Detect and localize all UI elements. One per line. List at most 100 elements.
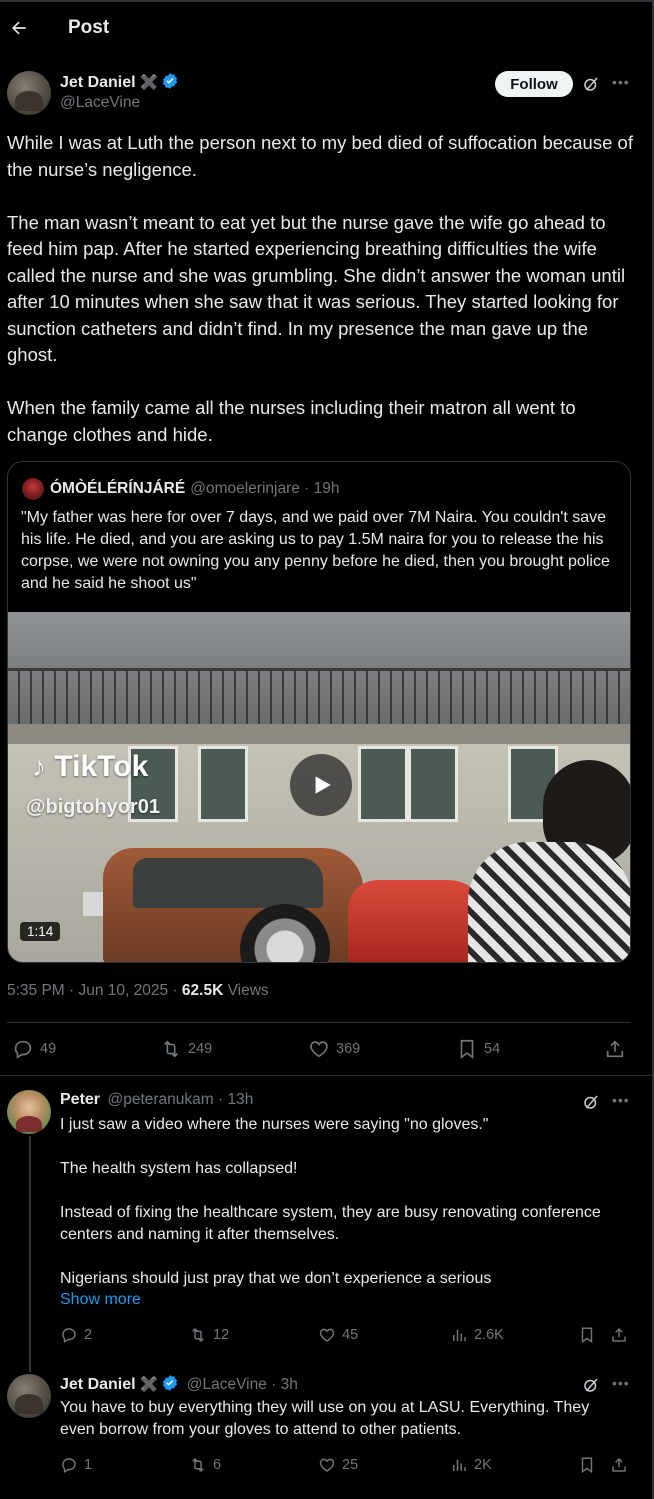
tiktok-handle-watermark: @bigtohyor01 <box>26 796 160 818</box>
heart-icon <box>310 1041 328 1058</box>
back-button[interactable] <box>2 11 36 45</box>
video-scene-window <box>408 746 458 822</box>
reply-icon <box>14 1040 32 1059</box>
play-icon <box>315 776 331 794</box>
verified-badge-icon <box>161 1374 179 1392</box>
repost-count: 12 <box>213 1327 230 1343</box>
video-scene-red-car <box>348 880 488 962</box>
share-icon <box>612 1457 626 1472</box>
reply-count: 2 <box>84 1327 93 1343</box>
quoted-post[interactable]: ÓMÒÉLÉRÍNJÁRÉ @omoelerinjare · 19h "My f… <box>7 461 631 963</box>
reply-count: 1 <box>84 1457 93 1473</box>
repost-count: 6 <box>213 1457 222 1473</box>
views-button[interactable]: 2K <box>450 1456 492 1474</box>
view-count: 2K <box>474 1457 492 1473</box>
reply-icon <box>62 1458 76 1474</box>
divider <box>7 1022 631 1023</box>
more-options-icon[interactable]: ••• <box>612 1375 630 1391</box>
post-text: While I was at Luth the person next to m… <box>7 132 633 445</box>
author-name-row[interactable]: Jet Daniel ✖️ <box>60 72 179 92</box>
video-player[interactable]: ♪ TikTok @bigtohyor01 1:14 <box>8 612 630 962</box>
reply-header: Peter @peteranukam · 13h <box>60 1091 253 1109</box>
reply-avatar[interactable] <box>7 1090 51 1134</box>
views-button[interactable]: 2.6K <box>450 1326 504 1344</box>
quoted-post-text: "My father was here for over 7 days, and… <box>21 509 610 592</box>
repost-button[interactable]: 6 <box>189 1456 221 1474</box>
author-emoji: ✖️ <box>139 1376 159 1393</box>
bookmark-icon <box>460 1039 474 1059</box>
video-scene-person <box>468 842 630 962</box>
like-count: 45 <box>342 1327 359 1343</box>
reply-button[interactable]: 1 <box>60 1456 92 1474</box>
bookmark-button[interactable]: 54 <box>456 1038 500 1060</box>
repost-button[interactable]: 249 <box>160 1038 212 1060</box>
repost-icon <box>192 1327 204 1343</box>
author-handle[interactable]: @LaceVine <box>60 94 140 112</box>
reply-icon <box>62 1328 76 1344</box>
show-more-link[interactable]: Show more <box>60 1291 141 1309</box>
page-header: Post <box>0 2 652 54</box>
follow-button[interactable]: Follow <box>495 71 573 97</box>
bookmark-icon <box>581 1327 593 1344</box>
reply-button[interactable]: 2 <box>60 1326 92 1344</box>
share-button[interactable] <box>604 1038 632 1060</box>
grok-icon[interactable] <box>582 1376 600 1394</box>
share-icon <box>612 1327 626 1342</box>
views-label: Views <box>223 982 269 999</box>
quoted-author-name: ÓMÒÉLÉRÍNJÁRÉ <box>50 480 186 497</box>
thread-connector-line <box>29 1136 31 1372</box>
video-scene-railing <box>8 668 630 724</box>
like-count: 369 <box>336 1041 361 1057</box>
like-button[interactable]: 25 <box>318 1456 358 1474</box>
repost-button[interactable]: 12 <box>189 1326 229 1344</box>
page-title: Post <box>68 17 110 38</box>
reply-header: Jet Daniel ✖️ @LaceVine · 3h <box>60 1374 298 1394</box>
reply-count: 49 <box>40 1041 57 1057</box>
views-count: 62.5K <box>181 982 224 999</box>
video-scene-window <box>198 746 248 822</box>
reply-text: You have to buy everything they will use… <box>60 1399 594 1438</box>
more-options-icon[interactable]: ••• <box>612 1092 630 1108</box>
reply-avatar[interactable] <box>7 1374 51 1418</box>
repost-count: 249 <box>188 1041 213 1057</box>
reply-author-name[interactable]: Peter <box>60 1091 100 1108</box>
like-button[interactable]: 369 <box>308 1038 360 1060</box>
bookmark-button[interactable] <box>578 1456 602 1474</box>
quoted-author-avatar <box>22 478 44 500</box>
view-count: 2.6K <box>474 1327 504 1343</box>
share-button[interactable] <box>610 1456 634 1474</box>
video-scene-car-window <box>133 858 323 908</box>
video-scene-window <box>358 746 408 822</box>
analytics-icon <box>453 1459 466 1471</box>
share-icon <box>606 1040 624 1058</box>
repost-icon <box>192 1457 204 1473</box>
reply-text: I just saw a video where the nurses were… <box>60 1116 601 1287</box>
grok-icon[interactable] <box>582 1093 600 1111</box>
author-avatar[interactable] <box>7 71 51 115</box>
video-scene-band <box>8 724 630 744</box>
grok-icon[interactable] <box>582 75 600 93</box>
quoted-author-handle-time: @omoelerinjare · 19h <box>190 480 340 497</box>
play-button[interactable] <box>290 754 352 816</box>
share-button[interactable] <box>610 1326 634 1344</box>
tiktok-watermark: ♪ TikTok <box>32 750 149 783</box>
like-button[interactable]: 45 <box>318 1326 358 1344</box>
post-timestamp[interactable]: 5:35 PM · Jun 10, 2025 · <box>7 982 182 999</box>
like-count: 25 <box>342 1457 359 1473</box>
verified-badge-icon <box>161 72 179 90</box>
reply-handle-time[interactable]: @peteranukam · 13h <box>107 1091 253 1108</box>
arrow-left-icon <box>12 21 26 35</box>
divider <box>0 1075 652 1076</box>
video-duration: 1:14 <box>20 922 61 941</box>
author-emoji: ✖️ <box>139 74 159 91</box>
bookmark-icon <box>581 1457 593 1474</box>
quoted-post-header: ÓMÒÉLÉRÍNJÁRÉ @omoelerinjare · 19h <box>22 478 340 500</box>
reply-handle-time[interactable]: @LaceVine · 3h <box>187 1376 298 1393</box>
repost-icon <box>163 1040 179 1058</box>
bookmark-button[interactable] <box>578 1326 602 1344</box>
more-options-icon[interactable]: ••• <box>612 74 630 90</box>
author-name: Jet Daniel <box>60 74 136 91</box>
reply-button[interactable]: 49 <box>12 1038 56 1060</box>
reply-author-name[interactable]: Jet Daniel <box>60 1376 136 1393</box>
bookmark-count: 54 <box>484 1041 501 1057</box>
